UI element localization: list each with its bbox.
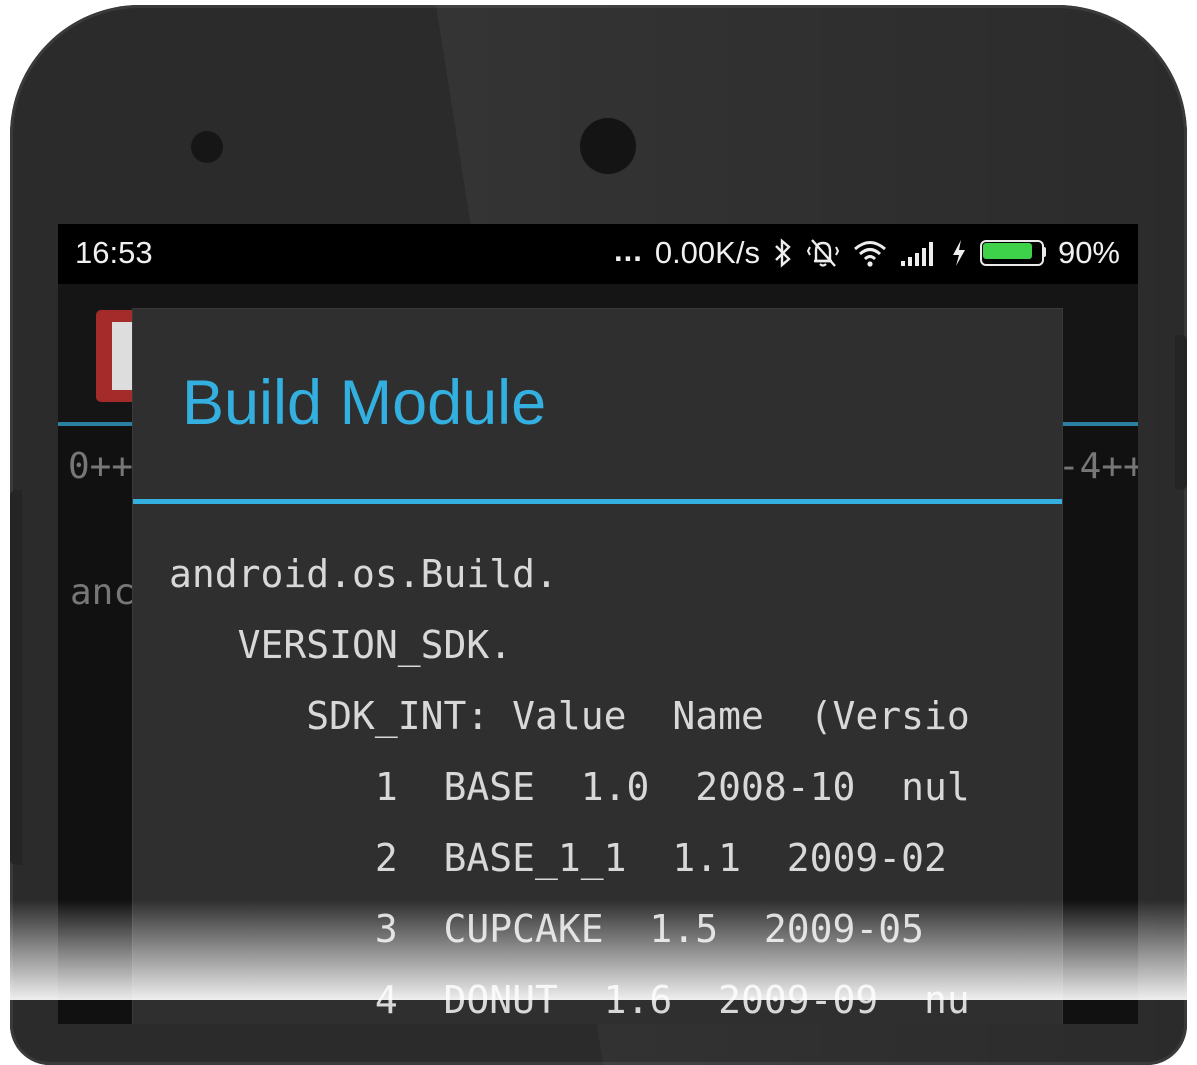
battery-level-fill bbox=[982, 243, 1032, 259]
bottom-fade bbox=[0, 900, 1197, 1000]
code-line: VERSION_SDK. bbox=[169, 623, 513, 667]
signal-icon bbox=[900, 242, 933, 266]
code-line: android.os.Build. bbox=[169, 552, 558, 596]
charging-icon bbox=[952, 240, 965, 266]
background-row-left: 0++ bbox=[68, 446, 134, 487]
notification-dots: ... bbox=[613, 233, 643, 268]
dialog-title-divider bbox=[133, 499, 1062, 504]
app-icon[interactable] bbox=[96, 310, 134, 402]
battery-icon bbox=[979, 240, 1046, 266]
status-bar: 16:53 ... 0.00K/s 90% bbox=[58, 224, 1138, 284]
background-row-right: -4++ bbox=[1058, 446, 1138, 487]
proximity-sensor bbox=[191, 131, 223, 163]
battery-percent: 90% bbox=[1057, 235, 1120, 270]
code-line: 2 BASE_1_1 1.1 2009-02 bbox=[169, 836, 947, 880]
status-icons: ... 0.00K/s 90% bbox=[613, 233, 1120, 271]
dialog-title: Build Module bbox=[182, 368, 547, 438]
code-line: 1 BASE 1.0 2008-10 nul bbox=[169, 765, 970, 809]
wifi-icon bbox=[853, 241, 886, 267]
power-button bbox=[1175, 335, 1187, 490]
bluetooth-icon bbox=[775, 238, 791, 268]
volume-button bbox=[10, 490, 22, 865]
front-camera bbox=[580, 118, 636, 174]
background-text: anc bbox=[70, 572, 136, 613]
code-line: SDK_INT: Value Name (Versio bbox=[169, 694, 970, 738]
network-speed: 0.00K/s bbox=[654, 235, 760, 270]
vibrate-silent-icon bbox=[806, 239, 840, 267]
status-time: 16:53 bbox=[75, 235, 153, 270]
